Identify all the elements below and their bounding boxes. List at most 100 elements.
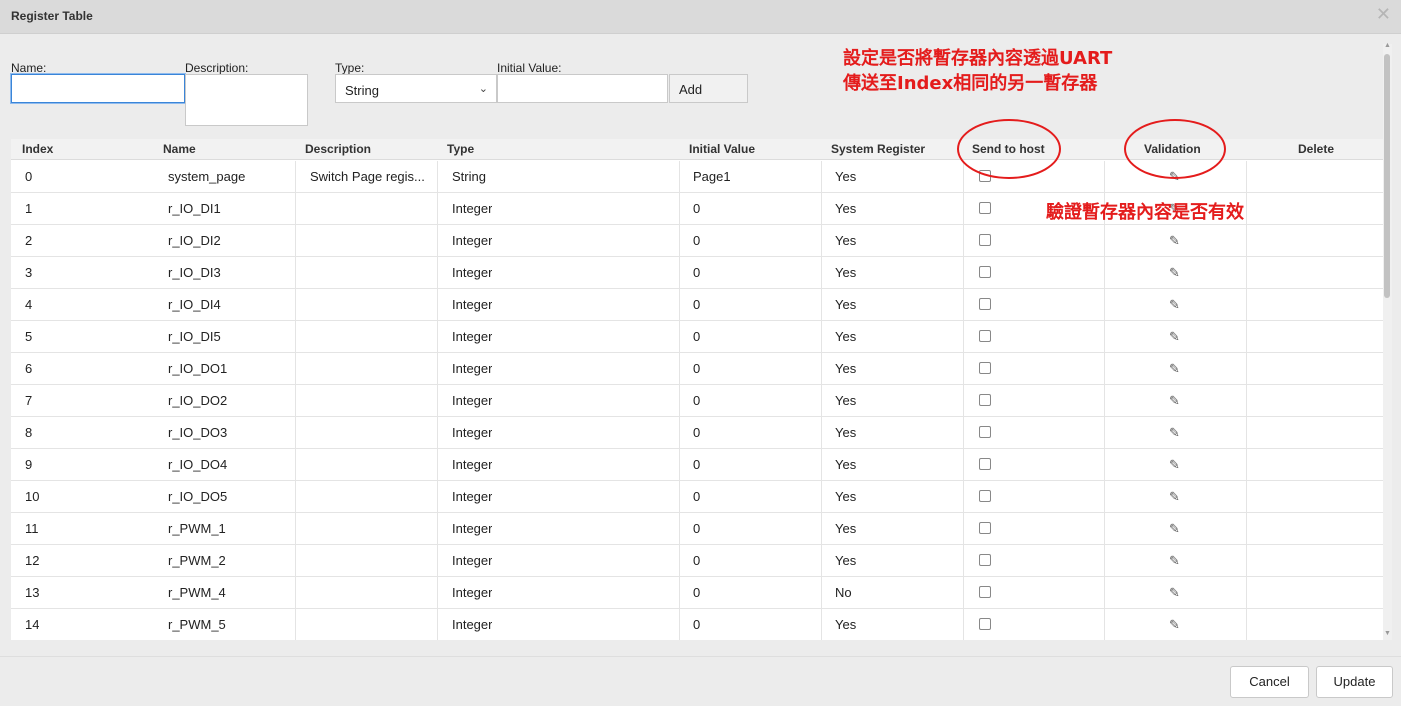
column-header-delete[interactable]: Delete bbox=[1298, 142, 1334, 156]
column-divider bbox=[821, 385, 822, 416]
column-divider bbox=[821, 289, 822, 320]
table-row[interactable]: 0 system_page Switch Page regis... String Pa… bbox=[11, 161, 1383, 193]
table-row[interactable]: 14 r_PWM_5 Integer 0 Yes ✎ bbox=[11, 609, 1383, 640]
description-input[interactable] bbox=[185, 74, 308, 126]
cell-index: 12 bbox=[25, 553, 40, 568]
send-to-host-checkbox[interactable] bbox=[979, 298, 991, 310]
column-header-type[interactable]: Type bbox=[447, 142, 474, 156]
pencil-icon[interactable]: ✎ bbox=[1169, 577, 1180, 608]
cell-name: r_IO_DO1 bbox=[168, 361, 228, 376]
type-select[interactable]: String ⌄ bbox=[335, 74, 497, 103]
send-to-host-checkbox[interactable] bbox=[979, 554, 991, 566]
pencil-icon[interactable]: ✎ bbox=[1169, 385, 1180, 416]
cell-initial-value: 0 bbox=[693, 425, 701, 440]
cell-initial-value: 0 bbox=[693, 201, 701, 216]
table-row[interactable]: 4 r_IO_DI4 Integer 0 Yes ✎ bbox=[11, 289, 1383, 321]
pencil-icon[interactable]: ✎ bbox=[1169, 449, 1180, 480]
column-divider bbox=[679, 353, 680, 384]
pencil-icon[interactable]: ✎ bbox=[1169, 289, 1180, 320]
column-divider bbox=[821, 417, 822, 448]
column-divider bbox=[679, 449, 680, 480]
send-to-host-checkbox[interactable] bbox=[979, 266, 991, 278]
column-divider bbox=[1104, 609, 1105, 640]
send-to-host-checkbox[interactable] bbox=[979, 522, 991, 534]
initial-value-label: Initial Value: bbox=[497, 61, 562, 75]
cell-initial-value: 0 bbox=[693, 393, 701, 408]
pencil-icon[interactable]: ✎ bbox=[1169, 321, 1180, 352]
pencil-icon[interactable]: ✎ bbox=[1169, 481, 1180, 512]
cell-index: 9 bbox=[25, 457, 33, 472]
cell-initial-value: 0 bbox=[693, 553, 701, 568]
cell-name: r_IO_DO4 bbox=[168, 457, 228, 472]
column-divider bbox=[1104, 257, 1105, 288]
pencil-icon[interactable]: ✎ bbox=[1169, 225, 1180, 256]
scroll-up-icon[interactable]: ▲ bbox=[1384, 42, 1391, 49]
cell-index: 13 bbox=[25, 585, 40, 600]
column-divider bbox=[1104, 225, 1105, 256]
pencil-icon[interactable]: ✎ bbox=[1169, 609, 1180, 640]
column-header-index[interactable]: Index bbox=[22, 142, 53, 156]
table-row[interactable]: 3 r_IO_DI3 Integer 0 Yes ✎ bbox=[11, 257, 1383, 289]
column-header-description[interactable]: Description bbox=[305, 142, 371, 156]
table-row[interactable]: 5 r_IO_DI5 Integer 0 Yes ✎ bbox=[11, 321, 1383, 353]
column-divider bbox=[295, 225, 296, 256]
table-row[interactable]: 9 r_IO_DO4 Integer 0 Yes ✎ bbox=[11, 449, 1383, 481]
table-row[interactable]: 7 r_IO_DO2 Integer 0 Yes ✎ bbox=[11, 385, 1383, 417]
column-divider bbox=[821, 545, 822, 576]
column-divider bbox=[295, 577, 296, 608]
cell-type: Integer bbox=[452, 361, 493, 376]
column-divider bbox=[679, 609, 680, 640]
cell-system-register: Yes bbox=[835, 297, 857, 312]
dialog-footer bbox=[0, 656, 1401, 706]
cancel-button[interactable]: Cancel bbox=[1230, 666, 1309, 698]
add-button[interactable]: Add bbox=[669, 74, 748, 103]
pencil-icon[interactable]: ✎ bbox=[1169, 513, 1180, 544]
table-row[interactable]: 8 r_IO_DO3 Integer 0 Yes ✎ bbox=[11, 417, 1383, 449]
cell-name: r_IO_DI3 bbox=[168, 265, 221, 280]
send-to-host-checkbox[interactable] bbox=[979, 234, 991, 246]
column-divider bbox=[679, 481, 680, 512]
name-label: Name: bbox=[11, 61, 47, 75]
column-header-system-register[interactable]: System Register bbox=[831, 142, 925, 156]
pencil-icon[interactable]: ✎ bbox=[1169, 353, 1180, 384]
send-to-host-checkbox[interactable] bbox=[979, 202, 991, 214]
cell-type: Integer bbox=[452, 521, 493, 536]
table-row[interactable]: 13 r_PWM_4 Integer 0 No ✎ bbox=[11, 577, 1383, 609]
send-to-host-checkbox[interactable] bbox=[979, 170, 991, 182]
send-to-host-checkbox[interactable] bbox=[979, 362, 991, 374]
column-header-initial-value[interactable]: Initial Value bbox=[689, 142, 755, 156]
column-header-send-to-host[interactable]: Send to host bbox=[972, 142, 1045, 156]
send-to-host-checkbox[interactable] bbox=[979, 458, 991, 470]
send-to-host-checkbox[interactable] bbox=[979, 618, 991, 630]
scrollbar-thumb[interactable] bbox=[1384, 54, 1390, 298]
table-row[interactable]: 12 r_PWM_2 Integer 0 Yes ✎ bbox=[11, 545, 1383, 577]
scroll-down-icon[interactable]: ▼ bbox=[1384, 630, 1391, 637]
table-row[interactable]: 2 r_IO_DI2 Integer 0 Yes ✎ bbox=[11, 225, 1383, 257]
pencil-icon[interactable]: ✎ bbox=[1169, 417, 1180, 448]
table-row[interactable]: 10 r_IO_DO5 Integer 0 Yes ✎ bbox=[11, 481, 1383, 513]
column-divider bbox=[679, 417, 680, 448]
cell-type: String bbox=[452, 169, 486, 184]
column-divider bbox=[437, 161, 438, 192]
column-divider bbox=[437, 321, 438, 352]
table-row[interactable]: 11 r_PWM_1 Integer 0 Yes ✎ bbox=[11, 513, 1383, 545]
send-to-host-checkbox[interactable] bbox=[979, 394, 991, 406]
cell-type: Integer bbox=[452, 329, 493, 344]
column-divider bbox=[821, 609, 822, 640]
close-icon[interactable]: ✕ bbox=[1376, 5, 1391, 23]
initial-value-input[interactable] bbox=[497, 74, 668, 103]
table-row[interactable]: 6 r_IO_DO1 Integer 0 Yes ✎ bbox=[11, 353, 1383, 385]
name-input[interactable] bbox=[11, 74, 185, 103]
column-header-validation[interactable]: Validation bbox=[1144, 142, 1201, 156]
pencil-icon[interactable]: ✎ bbox=[1169, 257, 1180, 288]
column-divider bbox=[679, 161, 680, 192]
send-to-host-checkbox[interactable] bbox=[979, 490, 991, 502]
update-button[interactable]: Update bbox=[1316, 666, 1393, 698]
pencil-icon[interactable]: ✎ bbox=[1169, 545, 1180, 576]
send-to-host-checkbox[interactable] bbox=[979, 330, 991, 342]
pencil-icon[interactable]: ✎ bbox=[1169, 161, 1180, 192]
send-to-host-checkbox[interactable] bbox=[979, 586, 991, 598]
send-to-host-checkbox[interactable] bbox=[979, 426, 991, 438]
column-header-name[interactable]: Name bbox=[163, 142, 196, 156]
column-divider bbox=[1246, 417, 1247, 448]
